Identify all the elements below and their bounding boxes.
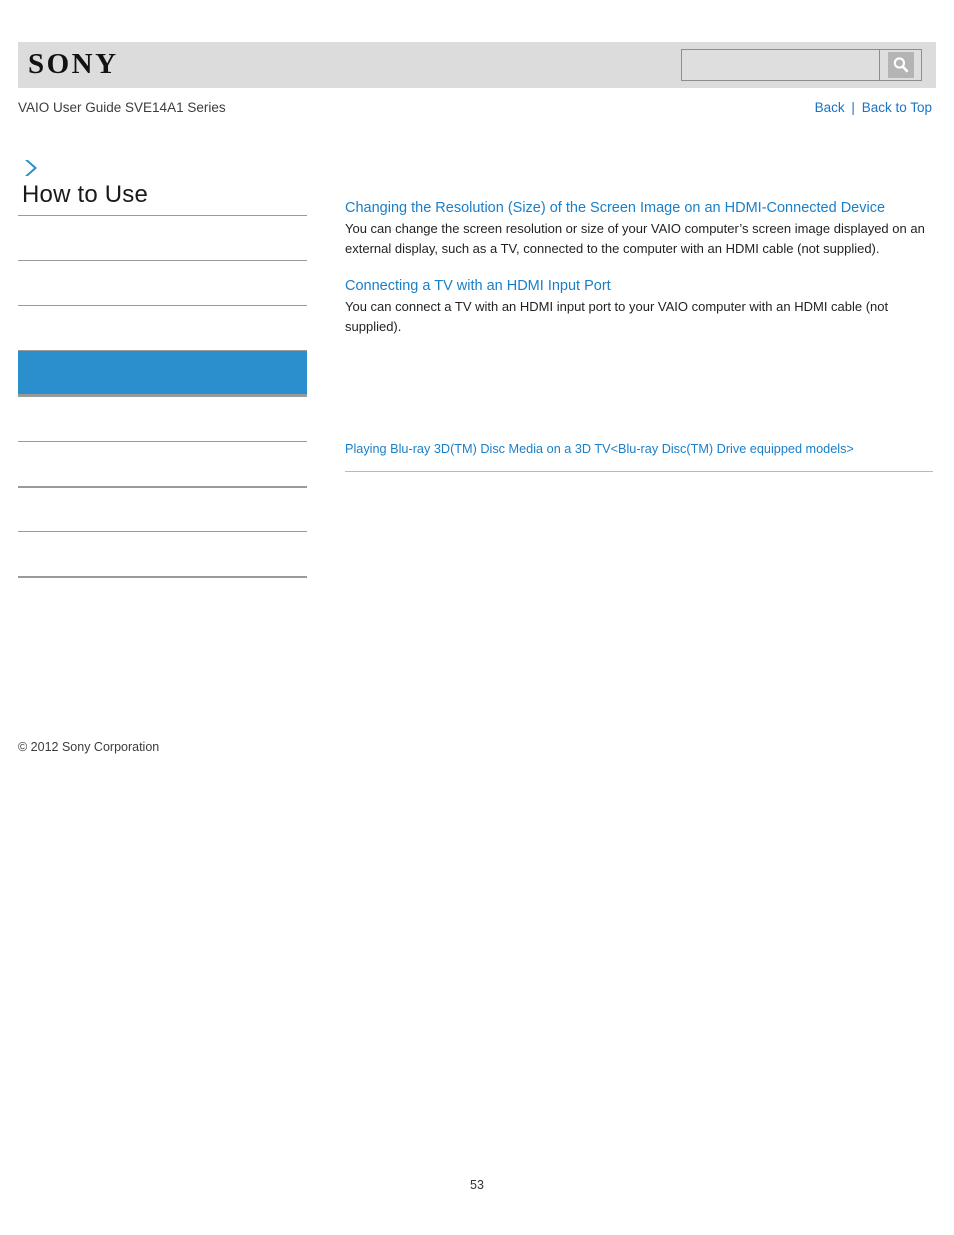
back-to-top-link[interactable]: Back to Top (862, 100, 932, 115)
nav-links: Back | Back to Top (815, 100, 932, 115)
subheader: VAIO User Guide SVE14A1 Series Back | Ba… (18, 100, 936, 120)
page-number: 53 (470, 1178, 484, 1192)
sidebar-item-selected[interactable] (18, 350, 307, 396)
secondary-topic-link[interactable]: Playing Blu-ray 3D(TM) Disc Media on a 3… (345, 440, 933, 458)
sidebar: How to Use (18, 155, 307, 578)
copyright-notice: © 2012 Sony Corporation (18, 740, 160, 754)
search-button[interactable] (879, 49, 922, 81)
guide-title: VAIO User Guide SVE14A1 Series (18, 100, 226, 115)
topic-description: You can connect a TV with an HDMI input … (345, 299, 889, 334)
search-input[interactable] (681, 49, 879, 81)
back-link[interactable]: Back (815, 100, 845, 115)
header-band: SONY (18, 42, 936, 88)
sidebar-item[interactable] (18, 396, 307, 441)
topic-description: You can change the screen resolution or … (345, 221, 925, 256)
topic-block: Connecting a TV with an HDMI Input Port … (345, 276, 933, 336)
page-title: How to Use (22, 181, 149, 208)
content-divider (345, 471, 933, 472)
topic-link[interactable]: Connecting a TV with an HDMI Input Port (345, 276, 933, 296)
sidebar-item[interactable] (18, 441, 307, 486)
topic-link[interactable]: Changing the Resolution (Size) of the Sc… (345, 198, 933, 218)
sony-logo: SONY (28, 47, 119, 80)
nav-separator: | (851, 100, 855, 115)
topic-block: Changing the Resolution (Size) of the Sc… (345, 198, 933, 258)
search-icon (887, 52, 914, 78)
sidebar-bottom-divider (18, 576, 307, 578)
chevron-right-icon[interactable] (18, 155, 44, 181)
sidebar-item[interactable] (18, 305, 307, 350)
main-content: Changing the Resolution (Size) of the Sc… (345, 198, 933, 472)
sidebar-nav-list (18, 215, 307, 578)
sidebar-item[interactable] (18, 486, 307, 531)
sidebar-item[interactable] (18, 215, 307, 260)
search-group (681, 49, 922, 81)
sidebar-item[interactable] (18, 260, 307, 305)
sidebar-item[interactable] (18, 531, 307, 576)
